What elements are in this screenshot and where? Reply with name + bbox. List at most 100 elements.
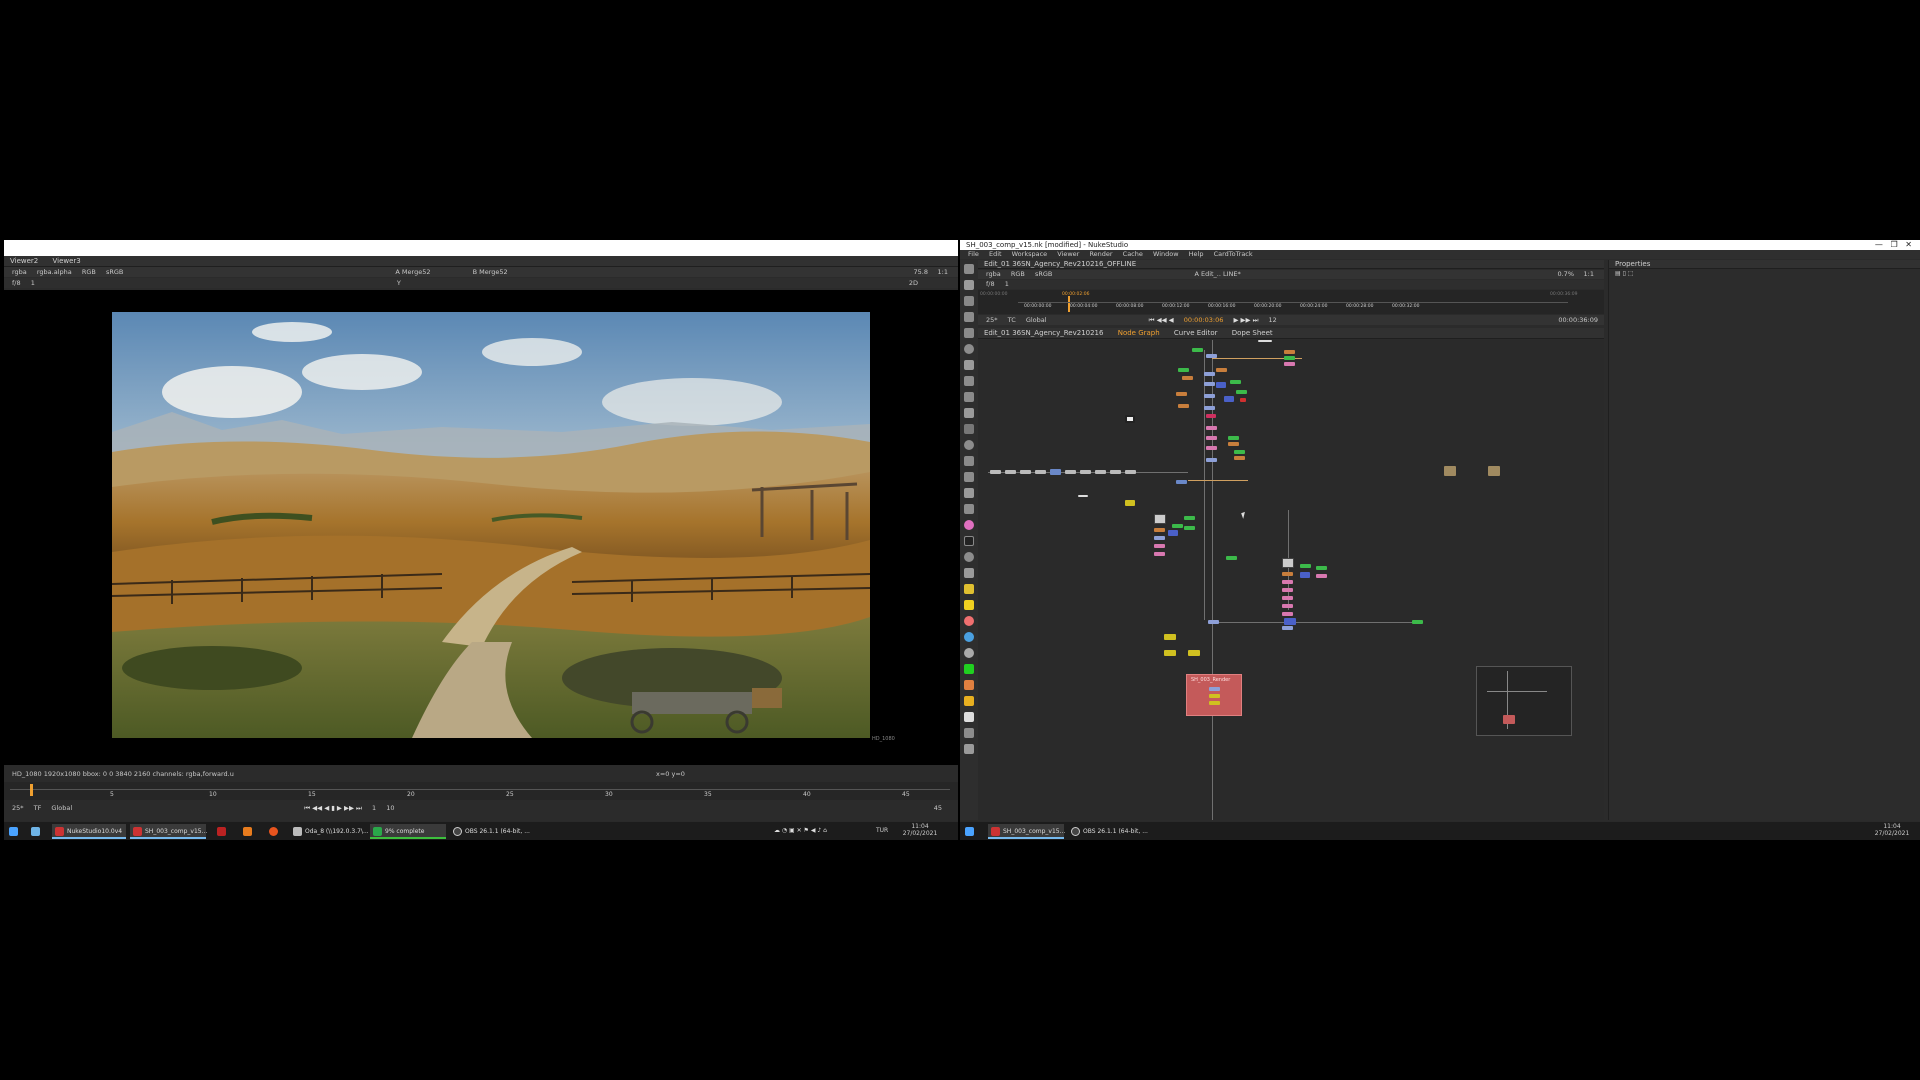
node[interactable] <box>1178 404 1189 408</box>
other-tool-icon[interactable] <box>964 488 974 498</box>
menu-viewer[interactable]: Viewer <box>1057 250 1079 258</box>
menu-help[interactable]: Help <box>1189 250 1204 258</box>
node[interactable] <box>1125 415 1135 423</box>
node[interactable] <box>1020 470 1031 474</box>
taskbar-item[interactable]: OBS 26.1.1 (64-bit, ... <box>1068 824 1148 839</box>
node[interactable] <box>1228 436 1239 440</box>
timecode-dropdown[interactable]: TF <box>34 804 42 812</box>
timeline-ruler[interactable]: 5 10 15 20 25 30 35 40 45 <box>4 782 958 800</box>
node[interactable] <box>1236 390 1247 394</box>
tab-viewer-edit[interactable]: Edit_01 36SN_Agency_Rev210216_OFFLINE <box>978 260 1142 269</box>
node[interactable] <box>1300 572 1310 578</box>
global-dropdown[interactable]: Global <box>51 804 72 812</box>
colorspace-dropdown[interactable]: RGB <box>1011 270 1025 278</box>
3d-tool-icon[interactable] <box>964 408 974 418</box>
node[interactable] <box>1209 694 1220 698</box>
filter-tool-icon[interactable] <box>964 344 974 354</box>
node[interactable] <box>1284 362 1295 366</box>
tab-curve-editor[interactable]: Curve Editor <box>1168 328 1224 339</box>
plugin-gray-icon[interactable] <box>964 552 974 562</box>
tray-clock[interactable]: 11:04 27/02/2021 <box>1872 823 1912 837</box>
tab-viewer3[interactable]: Viewer3 <box>46 256 86 267</box>
node[interactable] <box>1284 356 1295 360</box>
node[interactable] <box>1176 480 1187 484</box>
taskbar-item[interactable] <box>240 824 256 839</box>
tab-dope-sheet[interactable]: Dope Sheet <box>1226 328 1279 339</box>
taskbar-item[interactable]: Oda_8 (\\192.0.3.7\... <box>290 824 369 839</box>
taskbar-item[interactable]: SH_003_comp_v15... <box>988 824 1065 839</box>
taskbar-item[interactable]: NukeStudio10.0v4 <box>52 824 126 839</box>
tray-clock[interactable]: 11:04 27/02/2021 <box>900 823 940 837</box>
node[interactable] <box>1164 634 1176 640</box>
transport-buttons[interactable]: ⏮ ◀◀ ◀ <box>1149 316 1174 324</box>
taskbar-item[interactable]: OBS 26.1.1 (64-bit, ... <box>450 824 530 839</box>
node[interactable] <box>1209 701 1220 705</box>
node[interactable] <box>1206 414 1216 418</box>
transport-buttons[interactable]: ⏮ ◀◀ ◀ ▮ ▶ ▶▶ ⏭ <box>304 804 362 812</box>
node[interactable] <box>1282 626 1293 630</box>
node[interactable] <box>1282 612 1293 616</box>
ratio-readout[interactable]: 1:1 <box>1584 270 1594 279</box>
zoom-readout[interactable]: 0.7% <box>1557 270 1574 279</box>
lut-dropdown[interactable]: sRGB <box>1035 270 1052 278</box>
read-node[interactable] <box>1444 466 1456 476</box>
node[interactable] <box>1282 596 1293 600</box>
alpha-dropdown[interactable]: rgba.alpha <box>37 268 72 276</box>
node[interactable] <box>1095 470 1106 474</box>
node[interactable] <box>1176 392 1187 396</box>
tab-edit-timeline[interactable]: Edit_01 36SN_Agency_Rev210216 <box>978 328 1109 339</box>
node[interactable] <box>1154 528 1165 532</box>
fps-dropdown[interactable]: 25* <box>986 316 998 324</box>
input-a-dropdown[interactable]: A Edit_.. LINE* <box>1194 270 1240 278</box>
tab-viewer2[interactable]: Viewer2 <box>4 256 44 267</box>
plugin-red-icon[interactable] <box>964 616 974 626</box>
eye-tool-icon[interactable] <box>964 456 974 466</box>
menu-file[interactable]: File <box>968 250 979 258</box>
node[interactable] <box>990 470 1001 474</box>
node[interactable] <box>1282 558 1294 568</box>
timeline-ruler[interactable]: 00:00:00:00 00:00:02:06 00:00:00:00 00:0… <box>978 290 1604 314</box>
toolsets-icon[interactable] <box>964 472 974 482</box>
plugin-dark-icon[interactable] <box>964 536 974 546</box>
node[interactable] <box>1204 394 1215 398</box>
input-b-dropdown[interactable]: B Merge52 <box>473 268 508 276</box>
start-button[interactable] <box>6 824 24 839</box>
node[interactable] <box>1164 650 1176 656</box>
node[interactable] <box>1316 566 1327 570</box>
node[interactable] <box>1204 406 1215 410</box>
node[interactable] <box>1154 552 1165 556</box>
end-frame-field[interactable]: 45 <box>934 802 942 814</box>
duration-field[interactable]: 00:00:36:09 <box>1558 315 1598 325</box>
plugin-green-icon[interactable] <box>964 664 974 674</box>
node[interactable] <box>1065 470 1076 474</box>
menu-render[interactable]: Render <box>1089 250 1112 258</box>
tray-language[interactable]: TUR <box>876 827 888 834</box>
plugin-stripe-icon[interactable] <box>964 584 974 594</box>
node[interactable] <box>1282 604 1293 608</box>
node[interactable] <box>1216 382 1226 388</box>
node[interactable] <box>1234 450 1245 454</box>
search-button[interactable] <box>28 824 44 839</box>
current-timecode[interactable]: 00:00:03:06 <box>1184 316 1224 324</box>
view-mode[interactable]: 2D <box>909 278 918 288</box>
ratio-readout[interactable]: 1:1 <box>938 267 948 277</box>
node[interactable] <box>1154 536 1165 540</box>
plugin-lightning-icon[interactable] <box>964 600 974 610</box>
step-field[interactable]: 10 <box>386 804 394 812</box>
node[interactable] <box>1184 516 1195 520</box>
node[interactable] <box>1226 556 1237 560</box>
global-dropdown[interactable]: Global <box>1026 316 1047 324</box>
tab-node-graph[interactable]: Node Graph <box>1112 328 1166 339</box>
node[interactable] <box>1228 442 1239 446</box>
frame-value[interactable]: 1 <box>31 279 35 287</box>
node[interactable] <box>1204 382 1215 386</box>
node-navigator[interactable] <box>1476 666 1572 736</box>
node[interactable] <box>1125 470 1136 474</box>
views-tool-icon[interactable] <box>964 424 974 434</box>
time-tool-icon[interactable] <box>964 296 974 306</box>
window-controls[interactable]: — ❐ ✕ <box>1875 240 1912 250</box>
node[interactable] <box>1182 376 1193 380</box>
node[interactable] <box>1192 348 1203 352</box>
plugin-globe-icon[interactable] <box>964 648 974 658</box>
node[interactable] <box>1206 458 1217 462</box>
